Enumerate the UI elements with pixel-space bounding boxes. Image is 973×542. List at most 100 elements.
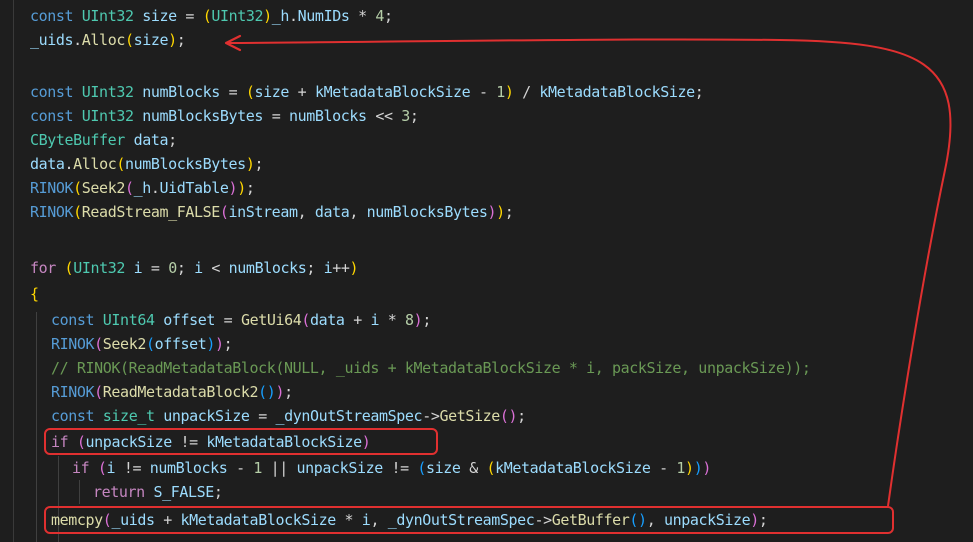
code-line-17[interactable]: if (i != numBlocks - 1 || unpackSize != …: [72, 456, 711, 480]
operator: ->: [534, 511, 552, 529]
punctuation: ;: [504, 203, 514, 221]
code-line-5[interactable]: CByteBuffer data;: [30, 128, 177, 152]
bracket: (: [124, 179, 134, 197]
bracket: ): [508, 407, 518, 425]
identifier: size: [142, 7, 177, 25]
punctuation: ;: [254, 155, 264, 173]
code-line-6[interactable]: data.Alloc(numBlocksBytes);: [30, 152, 263, 176]
operator: =: [271, 107, 281, 125]
operator: .: [64, 155, 74, 173]
code-line-15[interactable]: const size_t unpackSize = _dynOutStreamS…: [51, 404, 526, 428]
bracket: ): [702, 459, 711, 477]
punctuation: ;: [422, 311, 431, 329]
operator: .: [150, 179, 160, 197]
operator: =: [223, 311, 233, 329]
identifier: size: [254, 83, 290, 101]
code-editor[interactable]: const UInt32 size = (UInt32)_h.NumIDs * …: [0, 0, 973, 542]
operator: !=: [180, 433, 199, 451]
punctuation: ;: [758, 511, 768, 529]
number: 1: [676, 459, 686, 477]
punctuation: ,: [646, 511, 656, 529]
bracket: ): [750, 511, 759, 529]
identifier: _uids: [111, 511, 155, 529]
identifier: unpackSize: [296, 459, 384, 477]
bracket: (: [499, 407, 509, 425]
bracket: (: [94, 383, 103, 401]
identifier: data: [30, 155, 65, 173]
code-line-9[interactable]: for (UInt32 i = 0; i < numBlocks; i++): [30, 256, 359, 280]
code-line-2[interactable]: _uids.Alloc(size);: [30, 28, 186, 52]
code-line-16[interactable]: if (unpackSize != kMetadataBlockSize): [51, 430, 371, 454]
bracket: ): [215, 335, 224, 353]
function: ReadMetadataBlock2: [102, 383, 259, 401]
code-line-19[interactable]: memcpy(_uids + kMetadataBlockSize * i, _…: [51, 508, 768, 532]
bracket: (: [417, 459, 427, 477]
keyword: return: [93, 483, 145, 501]
type: UInt32: [81, 107, 134, 125]
identifier: unpackSize: [85, 433, 173, 451]
identifier: i: [194, 259, 203, 277]
identifier: numBlocksBytes: [124, 155, 246, 173]
identifier: kMetadataBlockSize: [180, 511, 337, 529]
bracket: (: [124, 31, 134, 49]
identifier: data: [314, 203, 350, 221]
comment: // RINOK(ReadMetadataBlock(NULL, _uids +…: [51, 359, 811, 377]
code-line-13[interactable]: // RINOK(ReadMetadataBlock(NULL, _uids +…: [51, 356, 811, 380]
identifier: UidTable: [159, 179, 229, 197]
function: memcpy: [51, 511, 103, 529]
bracket: (: [94, 335, 103, 353]
punctuation: ;: [306, 259, 315, 277]
code-line-12[interactable]: RINOK(Seek2(offset));: [51, 332, 233, 356]
identifier: _uids: [30, 31, 74, 49]
code-line-10[interactable]: {: [30, 282, 39, 306]
identifier: inStream: [228, 203, 298, 221]
operator: .: [73, 31, 82, 49]
bracket: ): [487, 203, 497, 221]
operator: =: [258, 407, 267, 425]
identifier: _dynOutStreamSpec: [275, 407, 423, 425]
editor-gutter-divider: [13, 0, 14, 542]
number: 3: [401, 107, 410, 125]
identifier: i: [370, 311, 380, 329]
code-line-18[interactable]: return S_FALSE;: [93, 480, 223, 504]
type: UInt32: [211, 7, 264, 25]
identifier: numBlocks: [289, 107, 367, 125]
keyword: if: [51, 433, 69, 451]
operator: =: [150, 259, 160, 277]
bracket: (: [76, 433, 86, 451]
bracket: (: [97, 459, 107, 477]
bracket: ): [504, 83, 514, 101]
identifier: data: [133, 131, 169, 149]
identifier: numBlocks: [149, 459, 228, 477]
operator: *: [358, 7, 367, 25]
code-line-1[interactable]: const UInt32 size = (UInt32)_h.NumIDs * …: [30, 4, 393, 28]
bracket: ): [263, 7, 272, 25]
identifier: size: [133, 31, 169, 49]
bracket: ): [496, 203, 505, 221]
operator: /: [522, 83, 531, 101]
identifier: unpackSize: [163, 407, 250, 425]
operator: ->: [422, 407, 440, 425]
punctuation: ,: [297, 203, 307, 221]
number: 8: [405, 311, 414, 329]
code-line-4[interactable]: const UInt32 numBlocksBytes = numBlocks …: [30, 104, 419, 128]
bracket: ): [206, 335, 216, 353]
identifier: numBlocksBytes: [366, 203, 488, 221]
arrow-head: [224, 34, 242, 52]
punctuation: ;: [245, 179, 255, 197]
punctuation: ,: [349, 203, 359, 221]
macro: RINOK: [30, 179, 74, 197]
code-line-3[interactable]: const UInt32 numBlocks = (size + kMetada…: [30, 80, 704, 104]
code-line-8[interactable]: RINOK(ReadStream_FALSE(inStream, data, n…: [30, 200, 514, 224]
type: UInt32: [81, 7, 134, 25]
operator: -: [659, 459, 668, 477]
code-line-7[interactable]: RINOK(Seek2(_h.UidTable));: [30, 176, 255, 200]
macro: RINOK: [51, 335, 95, 353]
code-line-11[interactable]: const UInt64 offset = GetUi64(data + i *…: [51, 308, 431, 332]
code-line-14[interactable]: RINOK(ReadMetadataBlock2());: [51, 380, 293, 404]
identifier: numBlocksBytes: [142, 107, 264, 125]
operator: +: [353, 311, 362, 329]
identifier: kMetadataBlockSize: [206, 433, 362, 451]
keyword: const: [30, 83, 74, 101]
function: GetBuffer: [551, 511, 630, 529]
